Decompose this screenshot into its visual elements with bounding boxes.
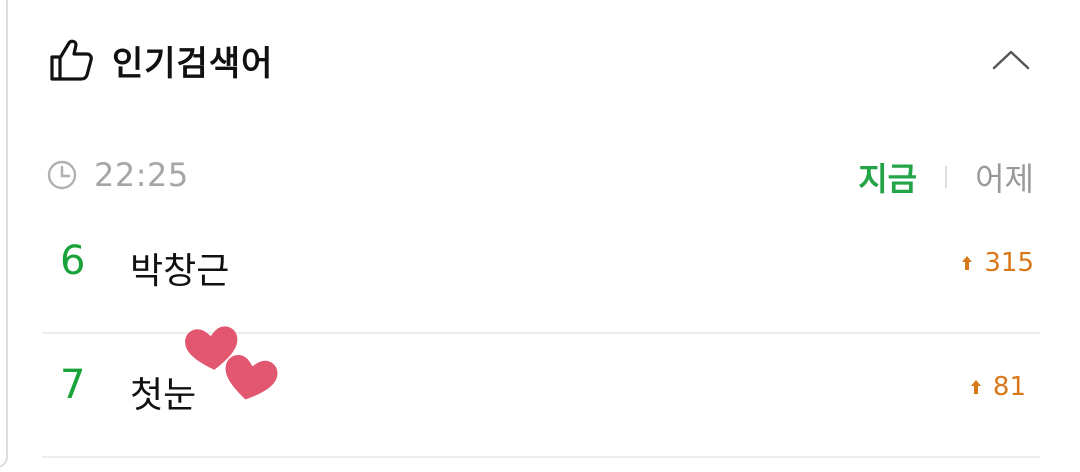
rank-change: 81	[969, 372, 1026, 402]
rank-change-value: 81	[992, 372, 1026, 402]
rank-change: 315	[960, 248, 1034, 278]
rank-change-value: 315	[984, 248, 1034, 278]
left-panel-border	[0, 0, 8, 468]
update-time: 22:25	[94, 156, 189, 194]
thumbs-up-icon	[50, 39, 93, 81]
tab-yesterday[interactable]: 어제	[975, 154, 1034, 200]
clock-icon	[46, 159, 78, 191]
toggle-divider	[945, 166, 948, 188]
arrow-up-icon	[962, 256, 973, 270]
rank-keyword[interactable]: 첫눈	[130, 366, 196, 418]
arrow-up-icon	[970, 380, 981, 394]
chevron-up-icon	[992, 50, 1030, 70]
popular-searches-header: 인기검색어	[48, 30, 273, 90]
page-title: 인기검색어	[112, 43, 274, 84]
time-range-toggle: 지금 어제	[858, 154, 1034, 200]
tab-now[interactable]: 지금	[858, 154, 917, 200]
rank-number: 6	[60, 238, 86, 284]
rank-keyword[interactable]: 박창근	[130, 242, 229, 294]
ranking-row[interactable]: 6 박창근 315	[42, 208, 1040, 334]
ranking-row[interactable]: 7 첫눈 81	[42, 332, 1040, 458]
rank-number: 7	[60, 362, 86, 408]
collapse-button[interactable]	[990, 44, 1032, 74]
time-row: 22:25 지금 어제	[46, 150, 1034, 198]
